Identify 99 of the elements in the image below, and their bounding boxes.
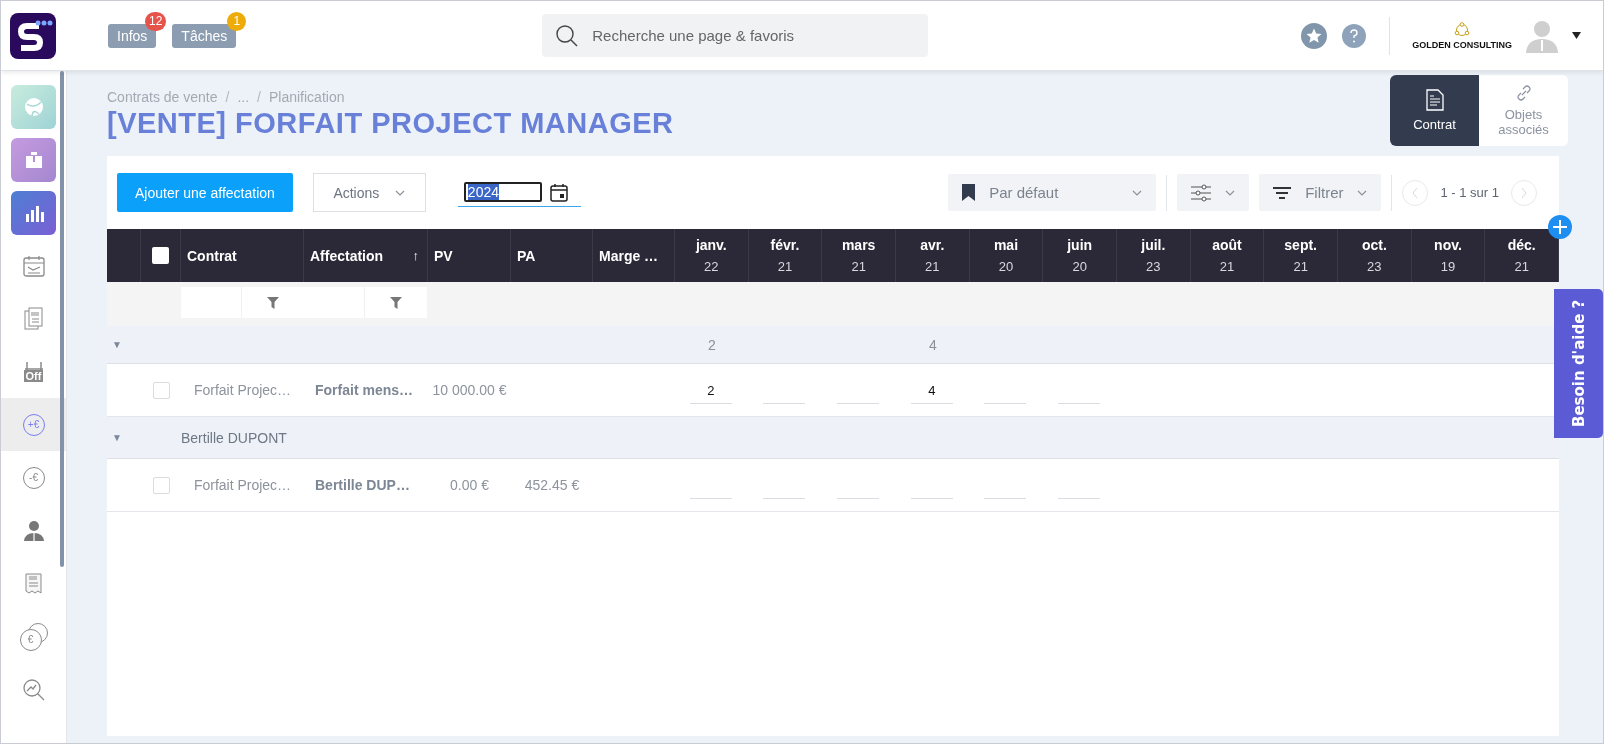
month-header: juil. bbox=[1141, 237, 1166, 253]
row-checkbox[interactable] bbox=[152, 476, 170, 494]
scrollbar[interactable] bbox=[60, 71, 64, 567]
working-days-count: 22 bbox=[704, 259, 719, 274]
month-header: juin bbox=[1067, 237, 1093, 253]
documents-icon bbox=[23, 306, 44, 331]
help-tab[interactable]: Besoin d'aide ? bbox=[1554, 289, 1603, 438]
group-name: Bertille DUPONT bbox=[181, 429, 288, 446]
year-field[interactable]: 2024 bbox=[463, 182, 542, 202]
calendar-icon[interactable] bbox=[549, 182, 568, 202]
chevron-down-icon bbox=[1132, 189, 1143, 196]
table-cell-text: 452.45 € bbox=[523, 477, 581, 493]
table-cell-text: 0.00 € bbox=[449, 477, 490, 493]
briefcase-icon bbox=[11, 137, 56, 182]
month-header: sept. bbox=[1284, 237, 1317, 253]
working-days-count: 21 bbox=[1514, 259, 1529, 274]
group-total: 2 bbox=[706, 336, 717, 353]
month-header: févr. bbox=[770, 237, 800, 253]
breadcrumb-link[interactable]: Contrats de vente bbox=[107, 89, 218, 105]
table-cell-text: Forfait Projec… bbox=[192, 382, 293, 398]
month-header: oct. bbox=[1361, 237, 1387, 253]
trend-search-icon bbox=[21, 677, 46, 702]
month-header: nov. bbox=[1434, 237, 1462, 253]
count-badge: 1 bbox=[227, 11, 247, 31]
working-days-count: 21 bbox=[851, 259, 866, 274]
calendar-icon bbox=[22, 254, 45, 277]
count-badge: 12 bbox=[145, 11, 167, 31]
page-title: [VENTE] FORFAIT PROJECT MANAGER bbox=[107, 107, 674, 140]
help-icon[interactable] bbox=[1341, 22, 1368, 49]
chevron-down-icon bbox=[1225, 189, 1236, 196]
working-days-count: 20 bbox=[998, 259, 1014, 274]
month-header: mars bbox=[841, 237, 876, 253]
person-icon bbox=[22, 519, 45, 542]
filter-button[interactable] bbox=[365, 287, 427, 318]
globe-icon bbox=[11, 84, 56, 129]
table-cell-text: Forfait mens… bbox=[314, 382, 414, 398]
avatar[interactable] bbox=[1526, 18, 1558, 53]
link-icon bbox=[1515, 84, 1532, 101]
next-page-button[interactable] bbox=[1511, 179, 1537, 206]
sliders-icon bbox=[1191, 183, 1212, 202]
chevron-down-icon bbox=[395, 189, 406, 196]
month-header: août bbox=[1212, 237, 1242, 253]
month-header: janv. bbox=[695, 237, 727, 253]
select-all-checkbox[interactable] bbox=[152, 247, 169, 264]
pagination-text: 1 - 1 sur 1 bbox=[1440, 185, 1499, 200]
expand-toggle[interactable]: ▼ bbox=[107, 339, 141, 350]
month-input[interactable]: 4 bbox=[910, 378, 953, 404]
sidebar-item[interactable]: -€ bbox=[1, 451, 66, 504]
company-name: GOLDEN CONSULTING bbox=[1412, 39, 1512, 50]
working-days-count: 21 bbox=[1293, 259, 1308, 274]
view-dropdown[interactable]: Par défaut bbox=[948, 174, 1157, 211]
plus-icon bbox=[1553, 220, 1567, 234]
breadcrumb-link[interactable]: ... bbox=[237, 89, 250, 105]
working-days-count: 21 bbox=[1219, 259, 1235, 274]
sidebar-item[interactable]: +€ bbox=[1, 398, 66, 451]
month-header: déc. bbox=[1507, 237, 1536, 253]
working-days-count: 19 bbox=[1440, 259, 1456, 274]
working-days-count: 21 bbox=[777, 259, 793, 274]
row-checkbox[interactable] bbox=[152, 381, 170, 399]
view-tab[interactable]: Contrat bbox=[1390, 75, 1479, 146]
month-header: avr. bbox=[920, 237, 945, 253]
month-input[interactable]: 2 bbox=[689, 378, 732, 404]
table-cell-text: Bertille DUP… bbox=[314, 477, 411, 493]
working-days-count: 21 bbox=[925, 259, 940, 274]
group-total: 4 bbox=[927, 336, 938, 353]
chevron-left-icon bbox=[1412, 187, 1419, 198]
search-icon bbox=[556, 25, 579, 47]
table-cell-text: Forfait Projec… bbox=[192, 477, 293, 493]
chevron-down-icon bbox=[1357, 189, 1368, 196]
breadcrumb-separator: / bbox=[224, 89, 231, 105]
receipt-icon bbox=[25, 572, 42, 595]
add-assignment-button[interactable]: Ajouter une affectation bbox=[117, 173, 293, 212]
previous-page-button[interactable] bbox=[1402, 179, 1429, 206]
document-icon bbox=[1425, 89, 1444, 111]
working-days-count: 23 bbox=[1146, 259, 1161, 274]
month-header: mai bbox=[993, 237, 1019, 253]
breadcrumb-separator: / bbox=[256, 89, 262, 105]
bar-chart-icon bbox=[11, 190, 56, 235]
funnel-icon bbox=[267, 296, 279, 309]
bookmark-icon bbox=[962, 184, 976, 201]
breadcrumb-link[interactable]: Planification bbox=[268, 89, 345, 105]
company-logo-icon bbox=[1454, 21, 1471, 37]
filter-button[interactable] bbox=[242, 287, 304, 318]
column-settings-dropdown[interactable] bbox=[1177, 174, 1250, 211]
filter-dropdown[interactable]: Filtrer bbox=[1259, 174, 1382, 211]
search-field[interactable]: Recherche une page & favoris bbox=[542, 14, 929, 57]
filter-icon bbox=[1273, 186, 1292, 199]
add-column-button[interactable] bbox=[1548, 215, 1572, 239]
funnel-icon bbox=[390, 296, 402, 309]
working-days-count: 20 bbox=[1072, 259, 1087, 274]
sidebar-item[interactable]: € bbox=[1, 610, 66, 663]
expand-toggle[interactable]: ▼ bbox=[107, 432, 141, 443]
chevron-right-icon bbox=[1521, 187, 1527, 198]
caret-icon[interactable] bbox=[1572, 32, 1581, 39]
sidebar-item[interactable]: Off bbox=[1, 345, 66, 398]
working-days-count: 23 bbox=[1367, 259, 1382, 274]
table-cell-text: 10 000.00 € bbox=[431, 382, 508, 398]
actions-dropdown[interactable]: Actions bbox=[312, 173, 426, 212]
logo-icon[interactable] bbox=[10, 12, 56, 59]
